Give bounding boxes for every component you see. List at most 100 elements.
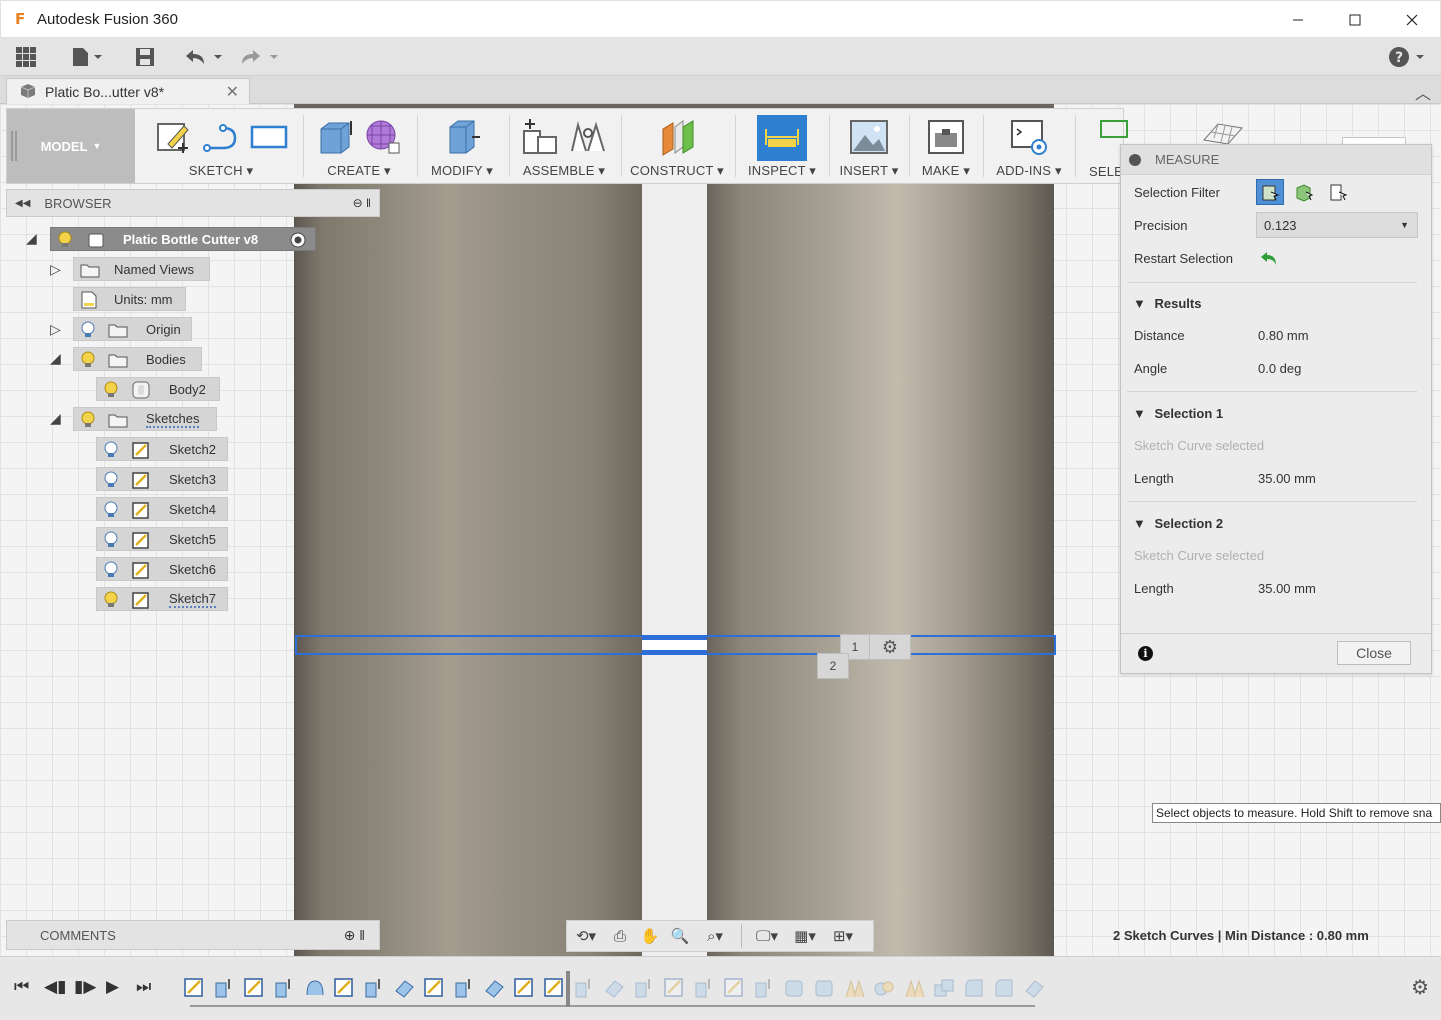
tree-item-sketch6[interactable]: Sketch6 bbox=[96, 557, 228, 581]
browser-pin-icon[interactable]: ⊖ ‖ bbox=[353, 196, 371, 210]
timeline-extrude-icon[interactable] bbox=[693, 977, 715, 999]
orbit-button[interactable]: ⟲▾ bbox=[567, 921, 605, 951]
body-right-half[interactable] bbox=[707, 104, 1054, 956]
help-button[interactable]: ? bbox=[1388, 44, 1428, 70]
timeline-sketch-icon[interactable] bbox=[513, 977, 535, 999]
expand-arrow-icon[interactable]: ▷ bbox=[50, 261, 61, 278]
timeline-extrude-icon[interactable] bbox=[573, 977, 595, 999]
step-forward-icon[interactable]: ▮▶ bbox=[74, 977, 96, 997]
go-to-end-icon[interactable]: ⏭ bbox=[136, 977, 151, 997]
timeline-joint-icon[interactable] bbox=[903, 977, 925, 999]
timeline-extrude-icon[interactable] bbox=[213, 977, 235, 999]
timeline-sketch-icon[interactable] bbox=[543, 977, 565, 999]
filter-body-button[interactable] bbox=[1256, 179, 1284, 205]
save-button[interactable] bbox=[134, 44, 156, 70]
body-left-half[interactable] bbox=[294, 104, 642, 956]
selection1-section-toggle[interactable]: ▼ Selection 1 bbox=[1133, 406, 1223, 421]
comments-panel-header[interactable]: COMMENTS ⊕ ‖ bbox=[6, 920, 380, 950]
scripts-icon[interactable] bbox=[1009, 117, 1049, 157]
timeline-split-icon[interactable] bbox=[483, 977, 505, 999]
precision-select[interactable]: 0.123 ▼ bbox=[1256, 212, 1418, 238]
tree-item-bodies[interactable]: Bodies bbox=[73, 347, 202, 371]
timeline-extrude-icon[interactable] bbox=[633, 977, 655, 999]
timeline-split-icon[interactable] bbox=[393, 977, 415, 999]
lightbulb-icon[interactable] bbox=[58, 231, 72, 249]
collapse-dialog-icon[interactable] bbox=[1129, 153, 1141, 166]
timeline-sketch-icon[interactable] bbox=[663, 977, 685, 999]
timeline-fillet-icon[interactable] bbox=[963, 977, 985, 999]
maximize-button[interactable] bbox=[1326, 1, 1383, 39]
root-component[interactable]: Platic Bottle Cutter v8 bbox=[50, 227, 316, 251]
look-at-button[interactable]: ⎙ bbox=[605, 921, 635, 951]
create-group[interactable]: CREATE ▾ bbox=[305, 109, 413, 183]
tree-item-units[interactable]: Units: mm bbox=[73, 287, 186, 311]
expand-arrow-icon[interactable]: ◢ bbox=[50, 410, 61, 427]
insert-group[interactable]: INSERT ▾ bbox=[831, 109, 907, 183]
tree-item-sketch2[interactable]: Sketch2 bbox=[96, 437, 228, 461]
document-tab[interactable]: Platic Bo...utter v8* ✕ bbox=[6, 78, 250, 104]
timeline-marker[interactable] bbox=[566, 971, 570, 1007]
tree-item-sketch3[interactable]: Sketch3 bbox=[96, 467, 228, 491]
timeline-extrude-icon[interactable] bbox=[753, 977, 775, 999]
expand-arrow-icon[interactable]: ◢ bbox=[50, 350, 61, 367]
construct-group[interactable]: CONSTRUCT ▾ bbox=[623, 109, 731, 183]
extrude-icon[interactable] bbox=[315, 117, 355, 157]
timeline-extrude-icon[interactable] bbox=[273, 977, 295, 999]
activate-radio-icon[interactable] bbox=[289, 232, 307, 248]
zoom-button[interactable]: 🔍 bbox=[665, 921, 695, 951]
assemble-group[interactable]: ASSEMBLE ▾ bbox=[511, 109, 617, 183]
restart-selection-button[interactable] bbox=[1258, 248, 1280, 271]
inspect-group[interactable]: INSPECT ▾ bbox=[737, 109, 827, 183]
workspace-switcher[interactable]: MODEL ▼ bbox=[7, 109, 135, 183]
measure-tool-icon[interactable] bbox=[757, 115, 807, 161]
lightbulb-off-icon[interactable] bbox=[104, 531, 118, 549]
lightbulb-off-icon[interactable] bbox=[81, 321, 95, 339]
chevron-up-icon[interactable]: ︿ bbox=[1415, 80, 1431, 104]
display-settings-button[interactable]: 🖵▾ bbox=[748, 921, 786, 951]
minimize-button[interactable] bbox=[1269, 1, 1326, 39]
timeline-sketch-icon[interactable] bbox=[183, 977, 205, 999]
timeline-settings-gear-icon[interactable]: ⚙ bbox=[1411, 975, 1429, 1000]
filter-face-button[interactable] bbox=[1290, 179, 1318, 205]
redo-button[interactable] bbox=[238, 44, 280, 70]
play-icon[interactable]: ▶ bbox=[106, 977, 119, 997]
timeline-split-icon[interactable] bbox=[603, 977, 625, 999]
app-grid-button[interactable] bbox=[14, 44, 38, 70]
results-section-toggle[interactable]: ▼ Results bbox=[1133, 296, 1201, 311]
tree-item-sketches[interactable]: Sketches bbox=[73, 407, 217, 431]
timeline-sketch-icon[interactable] bbox=[333, 977, 355, 999]
collapse-left-icon[interactable]: ◀◀ bbox=[15, 198, 30, 209]
lightbulb-icon[interactable] bbox=[104, 591, 118, 609]
lightbulb-icon[interactable] bbox=[104, 381, 118, 399]
step-back-icon[interactable]: ◀▮ bbox=[44, 977, 66, 997]
tree-item-sketch7[interactable]: Sketch7 bbox=[96, 587, 228, 611]
tree-item-body2[interactable]: Body2 bbox=[96, 377, 220, 401]
rectangle-icon[interactable] bbox=[249, 117, 289, 157]
browser-panel-header[interactable]: ◀◀ BROWSER ⊖ ‖ bbox=[6, 189, 380, 217]
grid-settings-button[interactable]: ▦▾ bbox=[786, 921, 824, 951]
sketch-group[interactable]: SKETCH ▾ bbox=[141, 109, 301, 183]
tab-close-icon[interactable]: ✕ bbox=[226, 82, 239, 102]
lightbulb-off-icon[interactable] bbox=[104, 501, 118, 519]
make-group[interactable]: MAKE ▾ bbox=[911, 109, 981, 183]
close-window-button[interactable] bbox=[1383, 1, 1440, 39]
timeline-box-icon[interactable] bbox=[813, 977, 835, 999]
tree-item-sketch5[interactable]: Sketch5 bbox=[96, 527, 228, 551]
tree-item-sketch4[interactable]: Sketch4 bbox=[96, 497, 228, 521]
offset-plane-icon[interactable] bbox=[657, 117, 697, 157]
toolbar-grip[interactable] bbox=[11, 131, 17, 161]
timeline-split-icon[interactable] bbox=[1023, 977, 1045, 999]
timeline-fillet-icon[interactable] bbox=[993, 977, 1015, 999]
selection-settings-button[interactable]: ⚙ bbox=[869, 634, 911, 660]
go-to-start-icon[interactable]: ⏮ bbox=[14, 977, 29, 997]
lightbulb-icon[interactable] bbox=[81, 351, 95, 369]
close-button[interactable]: Close bbox=[1337, 641, 1411, 665]
add-ins-group[interactable]: ADD-INS ▾ bbox=[985, 109, 1073, 183]
tree-item-named-views[interactable]: Named Views bbox=[73, 257, 210, 281]
timeline-revolve-icon[interactable] bbox=[303, 977, 325, 999]
timeline-sketch-icon[interactable] bbox=[423, 977, 445, 999]
insert-image-icon[interactable] bbox=[849, 117, 889, 157]
fit-button[interactable]: ⌕▾ bbox=[695, 921, 735, 951]
pan-button[interactable]: ✋ bbox=[635, 921, 665, 951]
modify-group[interactable]: MODIFY ▾ bbox=[419, 109, 505, 183]
